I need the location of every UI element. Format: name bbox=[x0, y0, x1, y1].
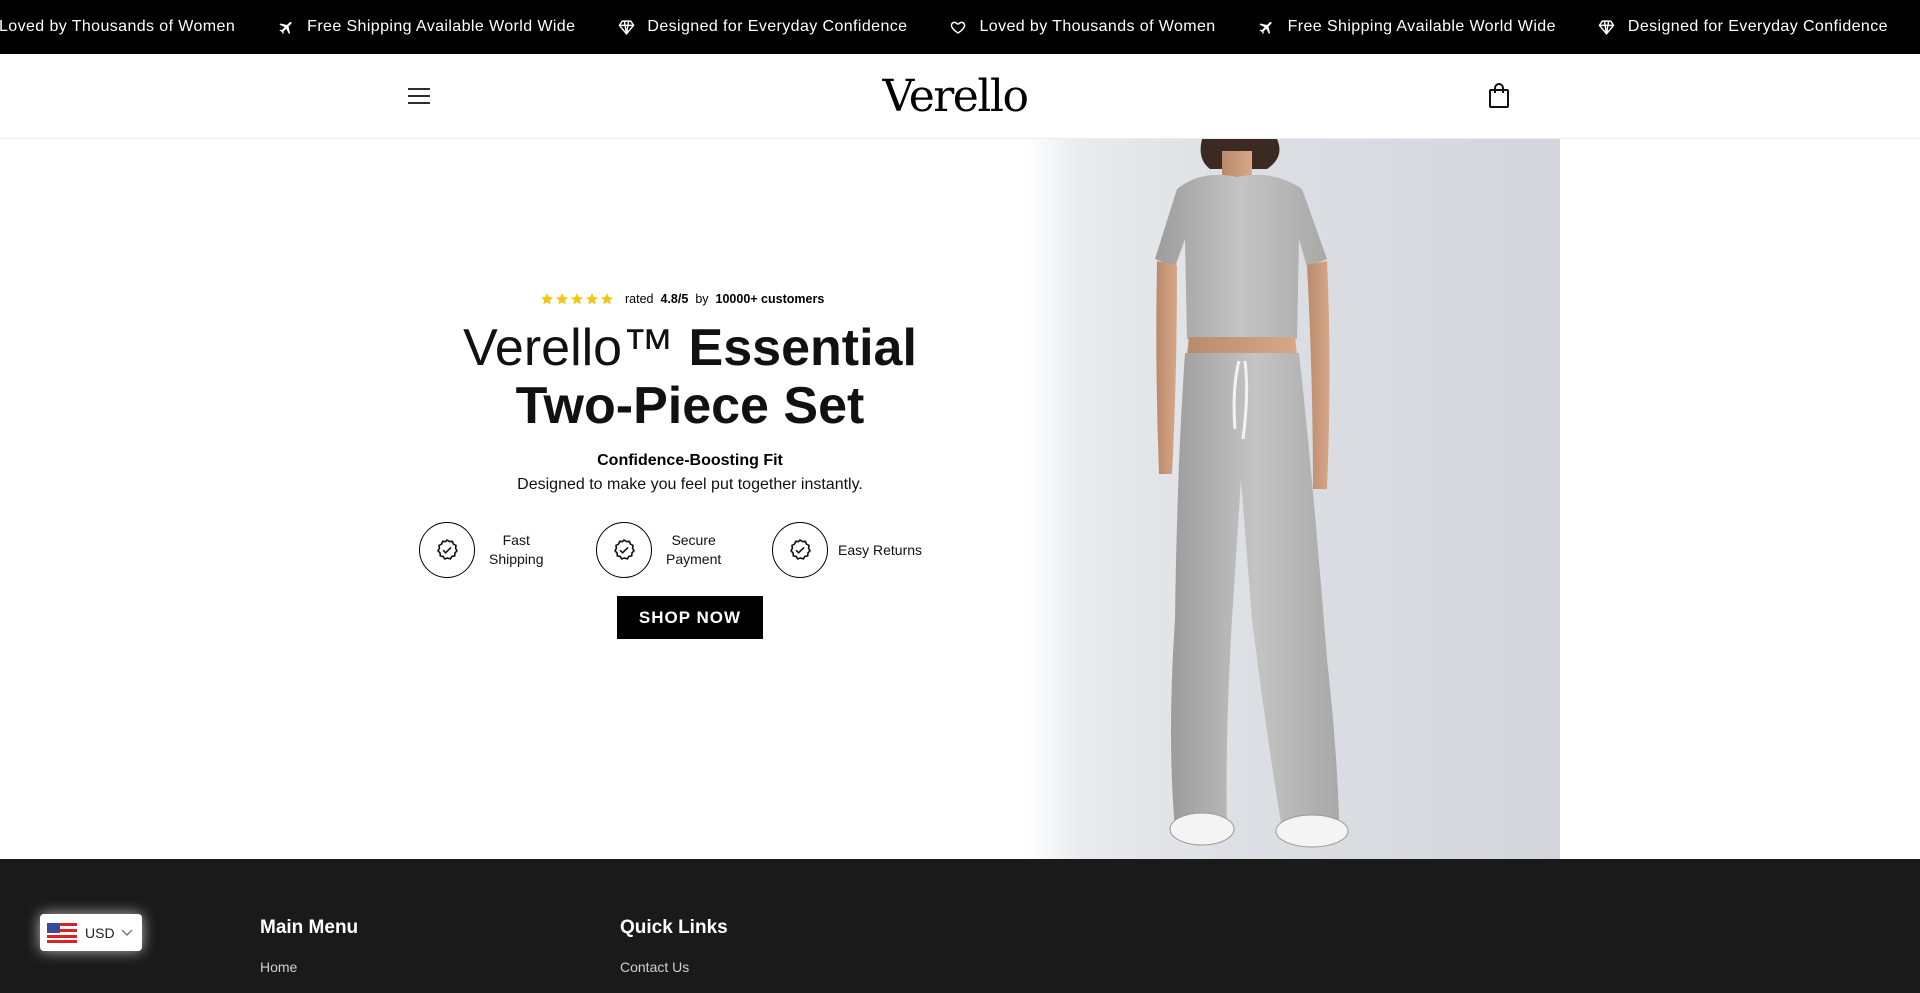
feature-fast-shipping: Fast Shipping bbox=[419, 522, 544, 578]
us-flag-icon bbox=[47, 922, 77, 943]
feature-secure-payment: Secure Payment bbox=[596, 522, 721, 578]
announcement-bar: Loved by Thousands of Women Free Shippin… bbox=[0, 0, 1920, 54]
site-header: Verello bbox=[0, 54, 1920, 139]
hero-product-image bbox=[1027, 139, 1560, 859]
footer-quick-links-heading: Quick Links bbox=[620, 917, 728, 938]
footer-link-home[interactable]: Home bbox=[260, 959, 297, 975]
chevron-down-icon bbox=[121, 924, 133, 942]
feature-label-line: Payment bbox=[666, 551, 722, 567]
footer-main-menu-heading: Main Menu bbox=[260, 917, 359, 938]
airplane-icon bbox=[1258, 18, 1276, 36]
star-rating bbox=[540, 292, 615, 306]
announcement-text: Free Shipping Available World Wide bbox=[307, 18, 576, 35]
feature-label-line: Fast bbox=[502, 532, 530, 548]
star-icon bbox=[556, 293, 568, 305]
rating-by: by bbox=[695, 292, 709, 306]
shop-now-button[interactable]: SHOP NOW bbox=[617, 596, 763, 639]
rating-summary: rated 4.8/5 by 10000+ customers bbox=[540, 292, 840, 306]
diamond-icon bbox=[1598, 18, 1616, 36]
rating-score: 4.8/5 bbox=[660, 292, 689, 306]
hero-section: rated 4.8/5 by 10000+ customers Verello™… bbox=[0, 139, 1920, 859]
feature-easy-returns: Easy Returns bbox=[772, 522, 922, 578]
announcement-item: Designed for Everyday Confidence bbox=[617, 18, 907, 36]
rating-prefix: rated bbox=[625, 292, 654, 306]
announcement-item: Loved by Thousands of Women bbox=[0, 18, 235, 36]
hero-subtitle: Confidence-Boosting Fit bbox=[597, 452, 783, 469]
currency-selector[interactable]: USD bbox=[40, 914, 142, 951]
feature-label: Secure Payment bbox=[666, 531, 721, 569]
hero-description: Designed to make you feel put together i… bbox=[517, 476, 863, 493]
announcement-text: Loved by Thousands of Women bbox=[979, 18, 1216, 35]
announcement-item: Loved by Thousands of Women bbox=[949, 18, 1215, 36]
currency-code: USD bbox=[85, 924, 115, 941]
announcement-text: Designed for Everyday Confidence bbox=[647, 18, 908, 35]
feature-label-line: Easy Returns bbox=[838, 541, 923, 558]
footer-link-contact-us[interactable]: Contact Us bbox=[620, 959, 689, 975]
site-logo[interactable]: Verello bbox=[855, 69, 1055, 125]
airplane-icon bbox=[277, 18, 295, 36]
badge-check-icon bbox=[772, 522, 828, 578]
hamburger-icon[interactable] bbox=[406, 84, 432, 108]
announcement-text: Free Shipping Available World Wide bbox=[1287, 18, 1556, 35]
announcement-item: Free Shipping Available World Wide bbox=[1258, 18, 1556, 36]
badge-check-icon bbox=[419, 522, 475, 578]
model-illustration bbox=[1155, 139, 1349, 848]
star-icon bbox=[571, 293, 583, 305]
hero-title-bold-2: Two-Piece Set bbox=[515, 377, 865, 435]
star-icon bbox=[601, 293, 613, 305]
site-footer: USD Main Menu Home Quick Links Contact U… bbox=[0, 859, 1920, 993]
diamond-icon bbox=[617, 18, 635, 36]
feature-label-line: Secure bbox=[671, 532, 716, 548]
announcement-text: Designed for Everyday Confidence bbox=[1627, 18, 1888, 35]
hero-title: Verello™ Essential Two-Piece Set bbox=[440, 319, 940, 435]
star-icon bbox=[541, 293, 553, 305]
heart-icon bbox=[949, 18, 967, 36]
announcement-item: Designed for Everyday Confidence bbox=[1598, 18, 1888, 36]
announcement-item: Free Shipping Available World Wide bbox=[277, 18, 575, 36]
hero-title-bold-1: Essential bbox=[688, 319, 917, 377]
star-icon bbox=[586, 293, 598, 305]
hero-title-brand: Verello™ bbox=[463, 319, 675, 377]
feature-label: Fast Shipping bbox=[489, 531, 544, 569]
shopping-bag-icon[interactable] bbox=[1486, 82, 1512, 110]
feature-label: Easy Returns bbox=[838, 541, 922, 560]
rating-customers: 10000+ customers bbox=[715, 292, 825, 306]
feature-label-line: Shipping bbox=[489, 551, 544, 567]
announcement-track: Loved by Thousands of Women Free Shippin… bbox=[0, 0, 1920, 54]
badge-check-icon bbox=[596, 522, 652, 578]
announcement-text: Loved by Thousands of Women bbox=[0, 18, 236, 35]
